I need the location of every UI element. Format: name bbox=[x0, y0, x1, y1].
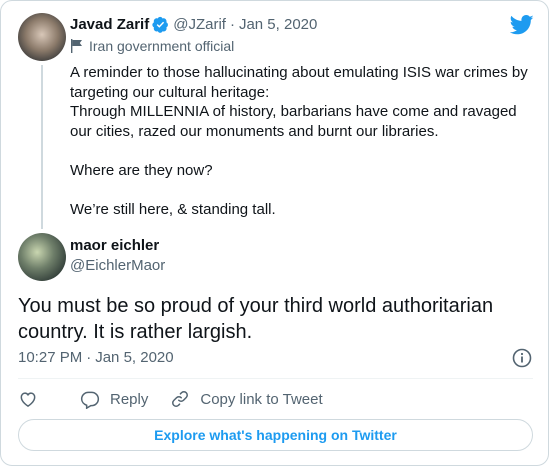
tweet-author-header: Javad Zarif @JZarif · Jan 5, 2020 bbox=[70, 16, 317, 33]
government-label: Iran government official bbox=[70, 38, 234, 54]
twitter-bird-icon[interactable] bbox=[510, 15, 534, 35]
author-name[interactable]: Javad Zarif bbox=[70, 16, 149, 33]
flag-icon bbox=[71, 39, 82, 53]
info-icon[interactable] bbox=[512, 348, 532, 368]
author-handle[interactable]: @JZarif bbox=[173, 16, 226, 33]
tweet-date[interactable]: Jan 5, 2020 bbox=[239, 16, 317, 33]
label-text: Iran government official bbox=[89, 38, 235, 54]
explore-button[interactable]: Explore what's happening on Twitter bbox=[18, 419, 533, 451]
separator-dot: · bbox=[229, 16, 235, 33]
link-icon bbox=[172, 391, 189, 407]
tweet-date[interactable]: Jan 5, 2020 bbox=[95, 349, 173, 366]
avatar[interactable] bbox=[18, 13, 66, 61]
copy-link-button[interactable]: Copy link to Tweet bbox=[170, 389, 323, 409]
copy-link-label[interactable]: Copy link to Tweet bbox=[200, 391, 322, 408]
reply-icon bbox=[80, 391, 100, 409]
separator-dot: · bbox=[86, 349, 92, 366]
divider bbox=[18, 378, 533, 379]
tweet-embed-card: Javad Zarif @JZarif · Jan 5, 2020 Iran g… bbox=[0, 0, 549, 466]
like-button[interactable] bbox=[18, 389, 38, 409]
avatar[interactable] bbox=[18, 233, 66, 281]
reply-label[interactable]: Reply bbox=[110, 391, 148, 408]
thread-connector bbox=[41, 65, 43, 229]
action-bar: Reply Copy link to Tweet bbox=[18, 389, 345, 409]
heart-icon bbox=[20, 392, 36, 407]
verified-badge-icon bbox=[152, 16, 169, 33]
original-tweet-text: A reminder to those hallucinating about … bbox=[70, 64, 528, 218]
reply-button[interactable]: Reply bbox=[80, 389, 148, 409]
reply-author-handle[interactable]: @EichlerMaor bbox=[70, 257, 165, 274]
tweet-timestamp[interactable]: 10:27 PM · Jan 5, 2020 bbox=[18, 349, 174, 366]
reply-tweet-text: You must be so proud of your third world… bbox=[18, 295, 494, 343]
reply-author-name[interactable]: maor eichler bbox=[70, 237, 159, 254]
tweet-time[interactable]: 10:27 PM bbox=[18, 349, 82, 366]
